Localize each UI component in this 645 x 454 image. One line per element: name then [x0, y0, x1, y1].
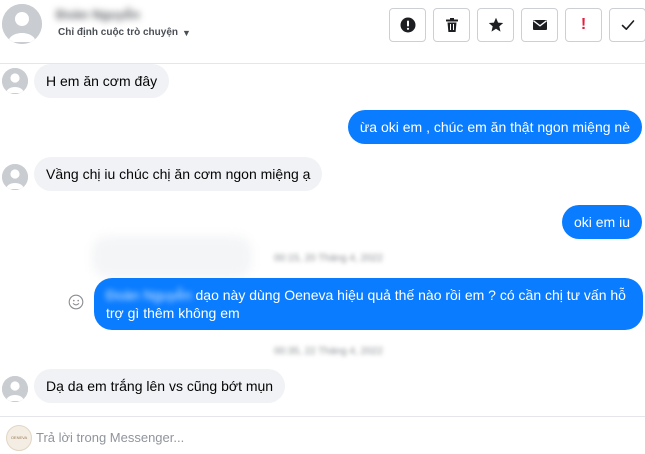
conversation-header: Đoàn Nguyễn Chỉ định cuộc trò chuyện ▼ !: [0, 0, 645, 64]
message-bubble-incoming[interactable]: Vầng chị iu chúc chị ăn cơm ngon miệng ạ: [34, 157, 323, 191]
assign-conversation-dropdown[interactable]: Chỉ định cuộc trò chuyện ▼: [58, 27, 191, 38]
star-icon: [488, 17, 503, 32]
person-silhouette-icon: [2, 376, 28, 402]
spam-button[interactable]: [389, 8, 426, 42]
star-button[interactable]: [477, 8, 514, 42]
exclamation-circle-icon: [400, 17, 415, 33]
message-bubble-outgoing[interactable]: oki em iu: [561, 205, 642, 239]
assign-conversation-label: Chỉ định cuộc trò chuyện: [58, 27, 179, 38]
message-timestamp: 00:35, 22 Tháng 4, 2022: [274, 346, 383, 357]
message-bubble-incoming[interactable]: Dạ da em trắng lên vs cũng bớt mụn: [34, 369, 286, 403]
message-timestamp: 00:15, 20 Tháng 4, 2022: [274, 253, 383, 264]
envelope-icon: [532, 20, 547, 30]
delete-button[interactable]: [433, 8, 470, 42]
mark-unread-button[interactable]: [521, 8, 558, 42]
contact-avatar-small: [2, 164, 28, 190]
mark-done-button[interactable]: [609, 8, 645, 42]
exclamation-red-icon: !: [580, 16, 587, 33]
contact-avatar-small: [2, 68, 28, 94]
emoji-reaction-icon[interactable]: [68, 294, 84, 310]
contact-avatar[interactable]: [2, 4, 42, 44]
message-bubble-outgoing[interactable]: Đoàn Nguyễn dạo này dùng Oeneva hiệu quả…: [94, 278, 643, 330]
caret-down-icon: ▼: [182, 27, 191, 38]
sender-name: Đoàn Nguyễn: [106, 287, 192, 303]
checkmark-icon: [621, 20, 634, 30]
person-silhouette-icon: [2, 4, 42, 44]
blurred-content: [92, 236, 252, 278]
reply-input[interactable]: [36, 426, 596, 448]
trash-icon: [445, 18, 458, 32]
person-silhouette-icon: [2, 68, 28, 94]
conversation-toolbar: !: [389, 8, 645, 42]
message-bubble-outgoing[interactable]: ừa oki em , chúc em ăn thật ngon miệng n…: [347, 110, 642, 144]
message-bubble-incoming[interactable]: H em ăn cơm đây: [34, 64, 170, 98]
contact-avatar-small: [2, 376, 28, 402]
page-logo: OENEVA: [6, 425, 32, 451]
reply-bar: OENEVA: [0, 416, 645, 454]
follow-up-button[interactable]: !: [565, 8, 602, 42]
contact-name[interactable]: Đoàn Nguyễn: [56, 7, 140, 22]
page-logo-text: OENEVA: [10, 435, 28, 440]
person-silhouette-icon: [2, 164, 28, 190]
